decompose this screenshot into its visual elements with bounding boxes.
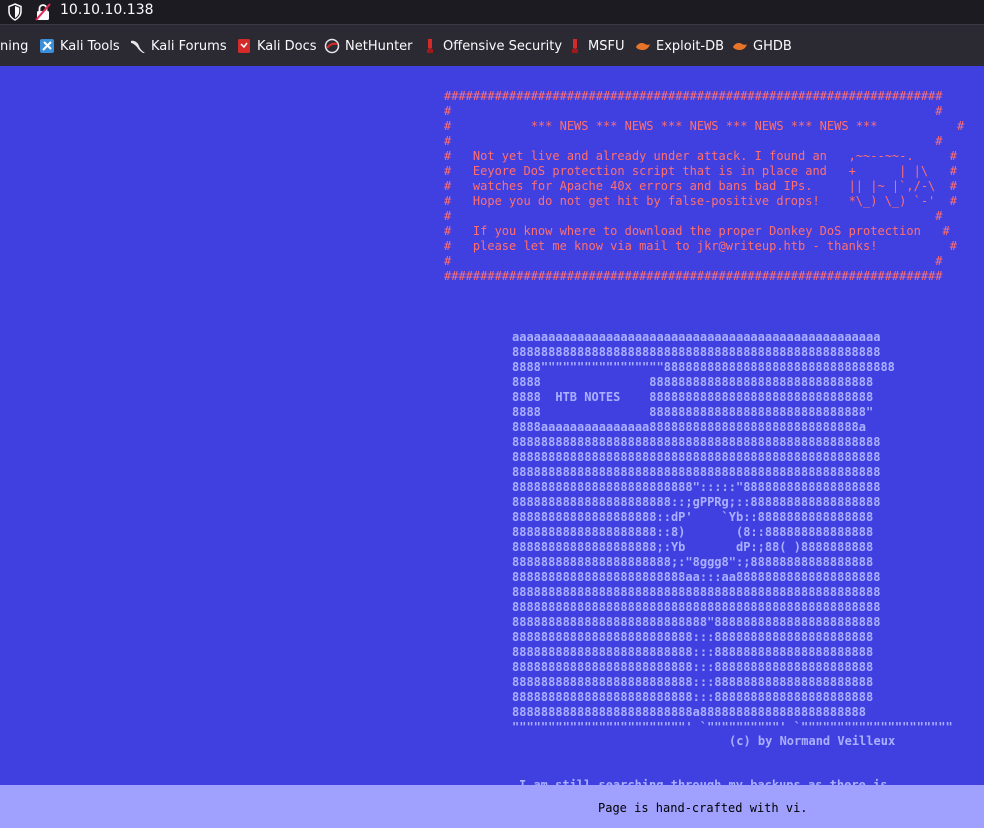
bookmark-kali-docs[interactable]: Kali Docs [236,37,317,55]
bookmark-label: Exploit-DB [656,38,725,54]
bookmark-kali-forums[interactable]: Kali Forums [130,37,227,55]
bookmark-kali-tools[interactable]: Kali Tools [39,37,120,55]
nethunter-icon [324,38,340,54]
bookmark-label: MSFU [588,38,625,54]
page-content: ########################################… [0,66,984,828]
art-credit: (c) by Normand Veilleux [729,734,896,748]
kali-dragon-icon [131,40,145,53]
ghdb-icon [733,43,747,50]
bookmark-label: NetHunter [345,38,413,54]
url-text[interactable]: 10.10.10.138 [60,2,154,18]
bookmark-label: Offensive Security [443,38,563,54]
footer-text: Page is hand-crafted with vi. [598,801,808,815]
bookmark-ghdb[interactable]: GHDB [732,37,792,55]
news-box: ########################################… [444,89,965,283]
bookmark-partial[interactable]: ning [0,37,28,55]
exploit-db-icon [636,43,650,50]
bookmark-nethunter[interactable]: NetHunter [324,37,413,55]
bookmark-label: GHDB [753,38,792,54]
bookmark-offensive-security[interactable]: Offensive Security [422,37,562,55]
insecure-lock-icon[interactable] [35,3,51,21]
offsec-icon [427,39,433,53]
ascii-art-logo: aaaaaaaaaaaaaaaaaaaaaaaaaaaaaaaaaaaaaaaa… [512,330,953,734]
bookmark-label: Kali Docs [257,38,317,54]
tracking-protection-shield-icon[interactable] [7,3,23,21]
bookmark-label: Kali Tools [60,38,120,54]
bookmark-exploit-db[interactable]: Exploit-DB [635,37,724,55]
msfu-icon [572,39,578,53]
kali-docs-icon [238,39,250,53]
bookmark-label: Kali Forums [151,38,227,54]
kali-tools-icon [40,39,54,53]
page-footer: Page is hand-crafted with vi. [0,785,984,828]
bookmark-msfu[interactable]: MSFU [567,37,624,55]
bookmarks-toolbar: ning Kali Tools Kali Forums Kali Docs Ne… [0,24,984,67]
address-bar[interactable]: 10.10.10.138 [0,0,984,24]
bookmark-label: ning [0,38,29,54]
